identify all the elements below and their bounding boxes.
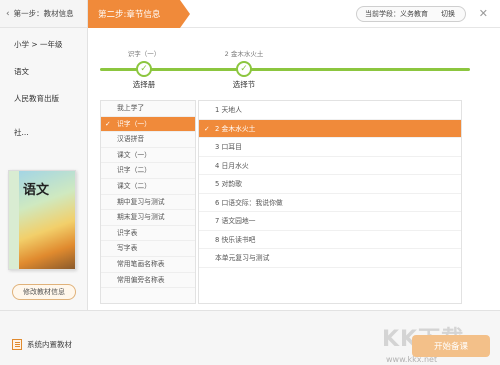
- step1-label: 第一步：教材信息: [13, 9, 74, 18]
- stage-label: 当前学段：: [365, 10, 400, 18]
- unit-list: 我上学了 ✓ 识字（一） 汉语拼音 课文（一） 识字（二） 课文（二） 期中复习与测试 期末复习…: [100, 100, 196, 304]
- unit-item[interactable]: 汉语拼音: [101, 132, 195, 148]
- chapter-content: 识字（一） ✓ 选择册 2 金木水火土 ✓ 选择节 我上学了 ✓ 识字（一） 汉语拼音…: [88, 28, 500, 310]
- textbook-cover: 语文: [8, 170, 76, 270]
- stage-value: 义务教育: [400, 10, 428, 18]
- unit-item[interactable]: 期末复习与测试: [101, 210, 195, 226]
- check-icon: ✓: [136, 61, 152, 77]
- chapter-item[interactable]: 4 日月水火: [199, 157, 461, 175]
- progress-steps: 识字（一） ✓ 选择册 2 金木水火土 ✓ 选择节: [100, 28, 470, 98]
- builtin-textbook-link[interactable]: 系统内置教材: [12, 339, 72, 350]
- footer-bar: 系统内置教材 KK下载 www.kkx.net 开始备课: [0, 310, 500, 365]
- unit-item[interactable]: 写字表: [101, 241, 195, 257]
- check-icon: ✓: [105, 119, 111, 128]
- unit-item[interactable]: 识字表: [101, 226, 195, 242]
- chapter-item[interactable]: 3 口耳目: [199, 138, 461, 157]
- switch-stage-link[interactable]: 切换: [441, 9, 455, 19]
- unit-item[interactable]: 课文（一）: [101, 148, 195, 164]
- textbook-info: 小学 > 一年级 语文 人民教育出版社...: [0, 28, 87, 137]
- chapter-item[interactable]: ✓ 2 金木水火土: [199, 119, 461, 138]
- chapter-item[interactable]: 7 语文园地一: [199, 212, 461, 231]
- step-label-volume: 选择册: [132, 80, 156, 89]
- grade-text: 小学 > 一年级: [14, 40, 63, 49]
- unit-item[interactable]: 识字（二）: [101, 163, 195, 179]
- chapter-item[interactable]: 8 快乐读书吧: [199, 231, 461, 249]
- close-icon[interactable]: ✕: [479, 7, 488, 20]
- step1-back-button[interactable]: ‹ 第一步：教材信息: [0, 0, 87, 28]
- unit-item[interactable]: 常用偏旁名称表: [101, 273, 195, 289]
- builtin-label: 系统内置教材: [27, 340, 72, 349]
- step-selected-section: 2 金木水火土: [224, 50, 264, 58]
- cover-title: 语文: [23, 183, 50, 198]
- chevron-left-icon: ‹: [6, 8, 10, 19]
- step-label-section: 选择节: [232, 80, 256, 89]
- unit-item[interactable]: 期中复习与测试: [101, 195, 195, 211]
- chapter-item[interactable]: 1 天地人: [199, 101, 461, 120]
- chapter-item[interactable]: 本单元复习与测试: [199, 249, 461, 268]
- step-selected-volume: 识字（一）: [127, 50, 161, 58]
- start-prep-button[interactable]: 开始备课: [412, 335, 490, 357]
- progress-bar: [100, 68, 470, 71]
- step2-tab: 第二步:章节信息: [88, 0, 190, 28]
- chapter-item[interactable]: 5 对韵歌: [199, 175, 461, 194]
- unit-item[interactable]: 课文（二）: [101, 179, 195, 195]
- left-panel: ‹ 第一步：教材信息 小学 > 一年级 语文 人民教育出版社... 语文 修改教…: [0, 0, 88, 310]
- unit-item[interactable]: 常用笔画名称表: [101, 257, 195, 273]
- chapter-item[interactable]: 6 口语交际：我说你做: [199, 194, 461, 212]
- cover-band: [9, 171, 19, 269]
- subject-text: 语文: [14, 67, 29, 76]
- publisher-text: 人民教育出版社...: [14, 94, 59, 137]
- modify-textbook-button[interactable]: 修改教材信息: [12, 284, 76, 300]
- chapter-list: 1 天地人 ✓ 2 金木水火土 3 口耳目 4 日月水火 5 对韵歌 6 口语交际：我说你做…: [198, 100, 462, 304]
- header-bar: 第二步:章节信息 当前学段： 义务教育 切换 ✕: [88, 0, 500, 28]
- book-icon: [12, 339, 22, 350]
- check-icon: ✓: [204, 124, 210, 133]
- unit-item[interactable]: 我上学了: [101, 101, 195, 117]
- stage-selector[interactable]: 当前学段： 义务教育 切换: [356, 6, 466, 22]
- check-icon: ✓: [236, 61, 252, 77]
- unit-item[interactable]: ✓ 识字（一）: [101, 116, 195, 133]
